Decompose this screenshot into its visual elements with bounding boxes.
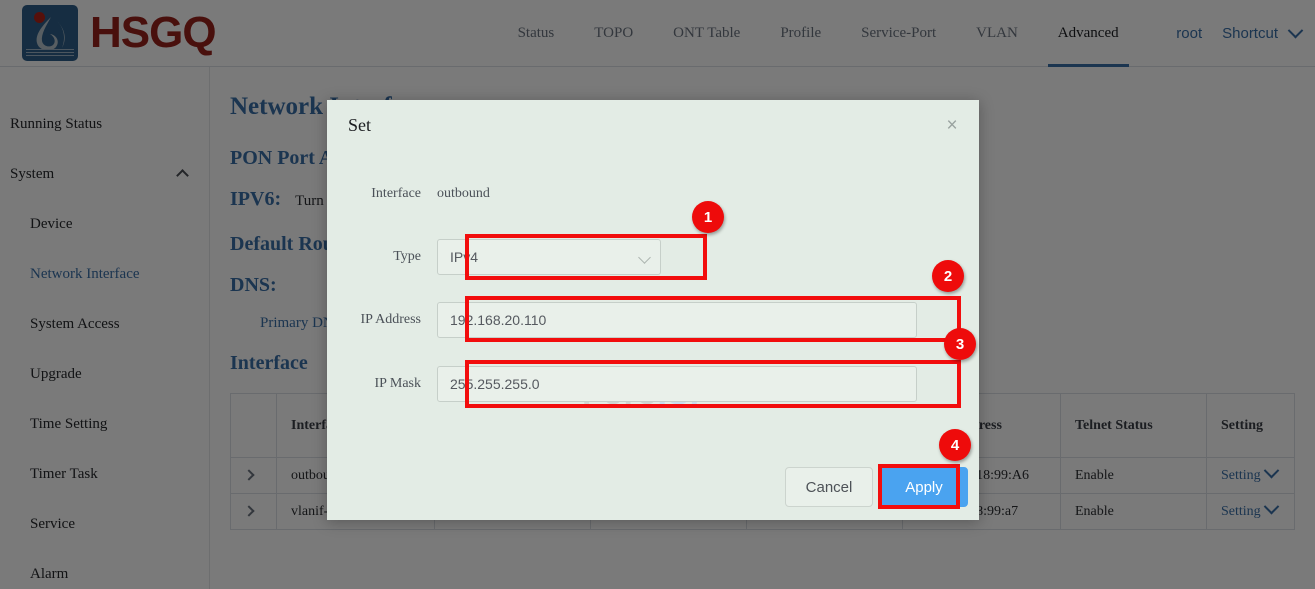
ip-mask-row: IP Mask 255.255.255.0 [327,366,917,402]
ip-mask-input[interactable]: 255.255.255.0 [437,366,917,402]
annotation-badge-1: 1 [692,201,724,233]
type-select[interactable]: IPv4 [437,239,661,275]
type-select-value: IPv4 [450,240,478,274]
close-icon[interactable]: × [942,116,962,136]
ip-mask-value: 255.255.255.0 [450,367,540,401]
dialog-title: Set [348,115,371,136]
ip-address-input[interactable]: 192.168.20.110 [437,302,917,338]
cancel-button[interactable]: Cancel [785,467,873,507]
interface-label: Interface [327,186,437,202]
type-label: Type [327,249,437,265]
annotation-badge-4: 4 [939,429,971,461]
annotation-badge-2: 2 [932,260,964,292]
app-root: HSGQ Status TOPO ONT Table Profile Servi… [0,0,1315,589]
ip-address-label: IP Address [327,312,437,328]
apply-button[interactable]: Apply [880,467,968,507]
chevron-down-icon[interactable] [638,251,651,264]
annotation-badge-3: 3 [944,328,976,360]
interface-row: Interface outbound [327,186,490,202]
set-interface-dialog: Set × ForoISP Interface outbound Type IP… [327,100,979,520]
interface-value: outbound [437,186,490,202]
ip-address-row: IP Address 192.168.20.110 [327,302,917,338]
type-row: Type IPv4 [327,239,661,275]
ip-mask-label: IP Mask [327,376,437,392]
ip-address-value: 192.168.20.110 [450,303,546,337]
